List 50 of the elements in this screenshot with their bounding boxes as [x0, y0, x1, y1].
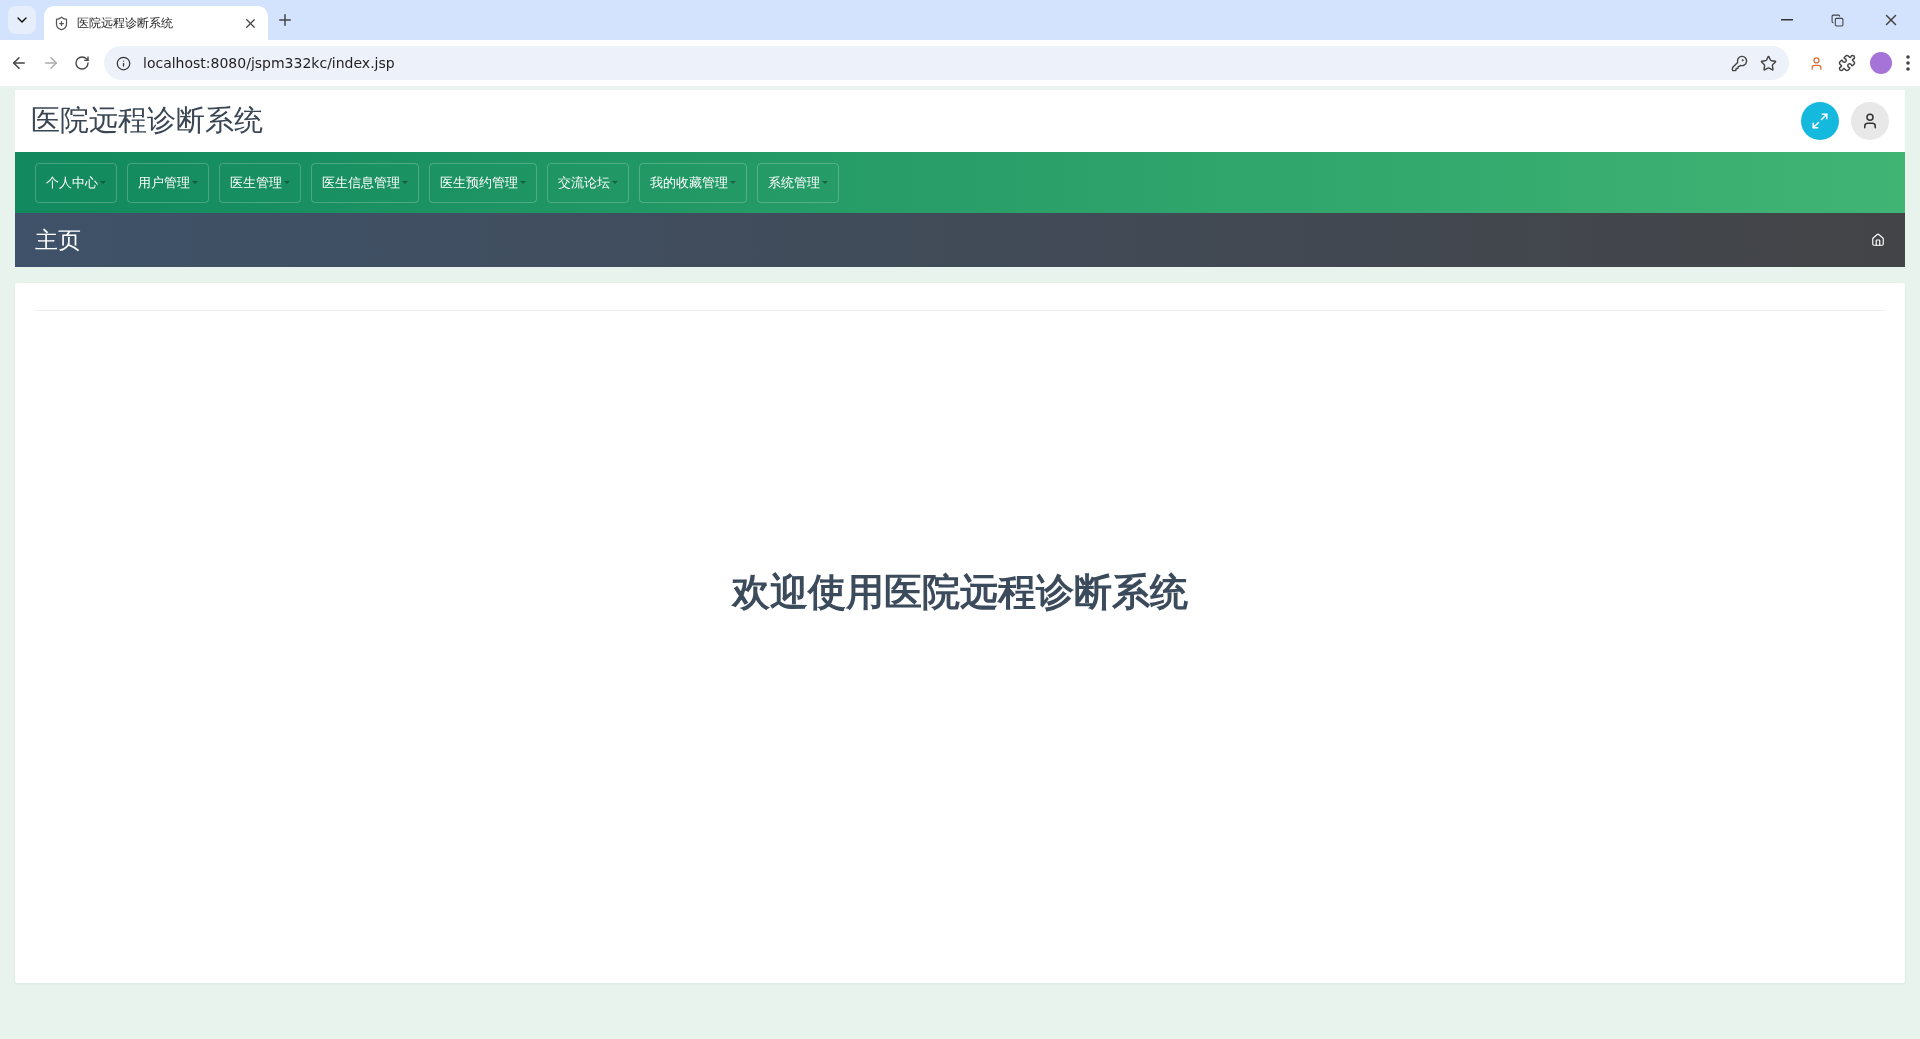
address-bar[interactable]: localhost:8080/jspm332kc/index.jsp	[104, 46, 1789, 80]
nav-menu-button[interactable]: 个人中心	[35, 162, 117, 203]
nav-menu-button[interactable]: 交流论坛	[547, 162, 629, 203]
url-text: localhost:8080/jspm332kc/index.jsp	[143, 55, 396, 71]
expand-icon	[1811, 112, 1829, 130]
tab-list-button[interactable]	[8, 6, 36, 34]
reload-icon	[74, 55, 90, 71]
user-button[interactable]	[1851, 102, 1889, 140]
caret-icon	[822, 181, 828, 184]
caret-icon	[730, 181, 736, 184]
tab-title: 医院远程诊断系统	[77, 14, 174, 32]
caret-icon	[100, 181, 106, 184]
caret-icon	[284, 181, 290, 184]
user-icon	[1861, 112, 1879, 130]
info-icon	[116, 55, 131, 71]
nav-menu-button[interactable]: 用户管理	[127, 162, 209, 203]
password-key-button[interactable]	[1731, 54, 1748, 72]
nav-menu-button[interactable]: 系统管理	[757, 162, 839, 203]
forward-arrow-icon	[42, 54, 60, 72]
back-button[interactable]	[10, 54, 28, 72]
more-vertical-icon	[1906, 55, 1910, 71]
minimize-button[interactable]	[1781, 19, 1793, 21]
caret-icon	[402, 181, 408, 184]
extensions-button[interactable]	[1838, 54, 1856, 72]
profile-avatar[interactable]	[1870, 52, 1892, 74]
nav-menu-button[interactable]: 医生管理	[219, 162, 301, 203]
person-icon[interactable]	[1809, 55, 1824, 71]
nav-menu-button[interactable]: 医生信息管理	[311, 162, 419, 203]
restore-button[interactable]	[1831, 13, 1844, 27]
nav-menu-button[interactable]: 我的收藏管理	[639, 162, 747, 203]
browser-tab[interactable]: 医院远程诊断系统	[44, 6, 268, 40]
shield-icon	[54, 15, 69, 31]
puzzle-icon	[1838, 54, 1856, 72]
caret-icon	[520, 181, 526, 184]
reload-button[interactable]	[74, 55, 90, 71]
welcome-heading: 欢迎使用医院远程诊断系统	[730, 568, 1189, 616]
restore-icon	[1831, 13, 1844, 27]
caret-icon	[192, 181, 198, 184]
bookmark-star-button[interactable]	[1760, 54, 1777, 72]
browser-menu-button[interactable]	[1906, 55, 1910, 71]
caret-icon	[612, 181, 618, 184]
home-icon[interactable]	[1871, 233, 1885, 247]
star-icon	[1760, 54, 1777, 72]
minimize-icon	[1781, 19, 1793, 21]
plus-icon	[276, 11, 294, 29]
key-icon	[1731, 54, 1748, 72]
site-title: 医院远程诊断系统	[31, 102, 264, 139]
new-tab-button[interactable]	[276, 11, 294, 29]
nav-menu-button[interactable]: 医生预约管理	[429, 162, 537, 203]
page-heading: 主页	[35, 225, 82, 255]
